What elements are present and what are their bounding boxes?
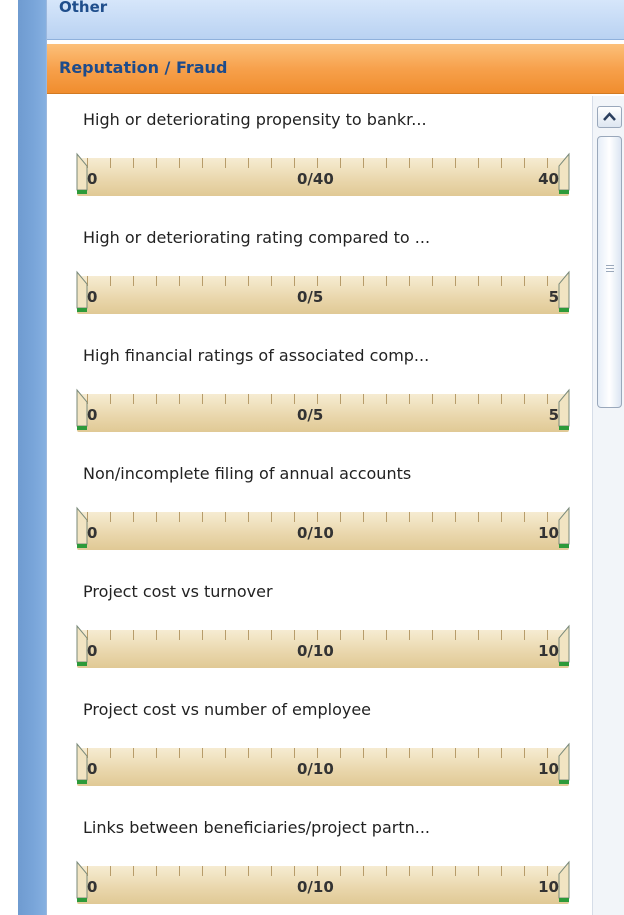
criterion-label: Project cost vs turnover [83,582,273,601]
slider-value: 0/10 [297,524,334,542]
scroll-thumb[interactable] [597,136,622,408]
criteria-panel: Other Reputation / Fraud High or deterio… [46,0,624,915]
criterion-slider[interactable]: 0 0/40 40 [76,152,571,196]
criterion-slider[interactable]: 0 0/10 10 [76,860,571,904]
criterion-label: High or deteriorating propensity to bank… [83,110,427,129]
slider-max-handle[interactable] [557,742,571,786]
grip-line [606,271,614,272]
slider-value: 0/10 [297,878,334,896]
section-header-reputation-fraud[interactable]: Reputation / Fraud [47,44,624,94]
slider-max-value: 10 [538,878,559,896]
slider-min-value: 0 [87,760,98,778]
section-header-reputation-label: Reputation / Fraud [59,58,228,77]
slider-max-handle[interactable] [557,506,571,550]
slider-max-handle[interactable] [557,152,571,196]
left-margin-lower [0,262,18,915]
criterion-slider[interactable]: 0 0/10 10 [76,506,571,550]
slider-max-value: 5 [548,288,559,306]
criterion-label: Project cost vs number of employee [83,700,372,719]
chevron-up-icon [603,112,616,121]
section-header-other-label: Other [59,0,108,16]
slider-min-value: 0 [87,288,98,306]
slider-ticks [87,158,559,168]
slider-ticks [87,866,559,876]
slider-ticks [87,512,559,522]
criterion-slider[interactable]: 0 0/5 5 [76,388,571,432]
slider-min-value: 0 [87,642,98,660]
slider-ticks [87,276,559,286]
slider-value: 0/10 [297,760,334,778]
slider-max-handle[interactable] [557,860,571,904]
criterion-slider[interactable]: 0 0/10 10 [76,624,571,668]
slider-value: 0/5 [297,288,324,306]
criterion-label: High financial ratings of associated com… [83,346,430,365]
left-panel-strip [18,0,46,915]
slider-min-value: 0 [87,878,98,896]
criterion-label: Non/incomplete filing of annual accounts [83,464,412,483]
slider-min-value: 0 [87,170,98,188]
slider-value: 0/10 [297,642,334,660]
slider-ticks [87,394,559,404]
grip-line [606,268,614,269]
scroll-up-button[interactable] [597,106,622,128]
left-margin [0,0,18,262]
slider-max-value: 10 [538,760,559,778]
section-header-other[interactable]: Other [47,0,624,40]
slider-max-value: 40 [538,170,559,188]
slider-max-value: 5 [548,406,559,424]
grip-icon [606,265,614,266]
slider-max-handle[interactable] [557,388,571,432]
slider-value: 0/5 [297,406,324,424]
slider-min-value: 0 [87,524,98,542]
slider-max-handle[interactable] [557,270,571,314]
slider-max-value: 10 [538,642,559,660]
slider-min-value: 0 [87,406,98,424]
criterion-label: Links between beneficiaries/project part… [83,818,430,837]
criterion-label: High or deteriorating rating compared to… [83,228,431,247]
slider-value: 0/40 [297,170,334,188]
criterion-slider[interactable]: 0 0/5 5 [76,270,571,314]
slider-ticks [87,748,559,758]
vertical-scrollbar[interactable] [592,96,624,915]
criterion-slider[interactable]: 0 0/10 10 [76,742,571,786]
criteria-list: High or deteriorating propensity to bank… [47,96,592,915]
slider-max-handle[interactable] [557,624,571,668]
slider-ticks [87,630,559,640]
slider-max-value: 10 [538,524,559,542]
